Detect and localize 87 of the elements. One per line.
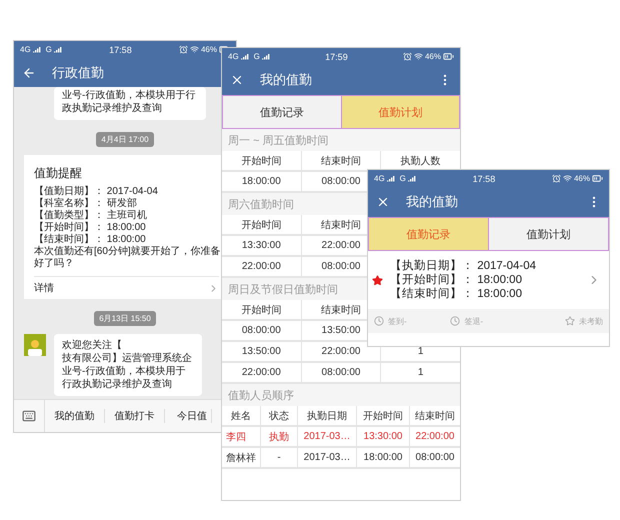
table-cell: 18:00:00 (357, 448, 409, 467)
network-label: 4G (228, 52, 239, 61)
network-label: G (46, 45, 52, 54)
message-time: 6月13日 15:50 (94, 311, 156, 326)
table-cell: 22:00:00 (222, 257, 301, 276)
wifi-icon (190, 45, 199, 54)
table-cell: 08:00:00 (410, 448, 460, 467)
table-cell: 2017-03… (298, 448, 356, 467)
card-line: 【结束时间】： 18:00:00 (34, 234, 147, 246)
record-line: 【执勤日期】： 2017-04-04 (390, 259, 538, 273)
signal-icon (386, 176, 395, 182)
table-cell: 13:50:00 (222, 342, 301, 361)
battery-level: 46% (200, 45, 217, 54)
signal-icon (240, 54, 249, 60)
tab[interactable]: 值勤计划 (488, 218, 608, 250)
status-label: 签退- (464, 316, 483, 326)
signal-icon (408, 176, 416, 182)
card-line: 【开始时间】： 18:00:00 (34, 222, 147, 234)
message-time: 4月4日 17:00 (96, 132, 154, 147)
table-cell: 08:00:00 (222, 321, 301, 340)
signal-icon (54, 46, 62, 52)
network-label: 4G (20, 45, 31, 54)
card-notice: 本次值勤还有[60分钟]就要开始了，你准备好了吗？ (34, 246, 222, 270)
wifi-icon (562, 174, 572, 183)
table-cell: 22:00:00 (410, 427, 460, 446)
alarm-icon (552, 174, 561, 183)
column-header: 姓名 (222, 406, 260, 425)
status-label: 未考勤 (578, 316, 603, 326)
clock-icon (450, 316, 460, 326)
column-header: 开始时间 (222, 300, 301, 319)
table-cell: 13:30:00 (222, 236, 301, 255)
table-cell: 22:00:00 (302, 342, 380, 361)
details-link[interactable]: 详情 (34, 276, 219, 299)
column-header: 开始时间 (222, 151, 301, 170)
menu-item[interactable]: 值勤打卡 (105, 409, 165, 423)
table-cell: 2017-03… (298, 427, 356, 446)
table-cell: 1 (381, 363, 460, 382)
table-cell: 执勤 (261, 427, 297, 446)
card-line: 【值勤日期】： 2017-04-04 (34, 186, 159, 198)
message-text: 技有限公司】运营管理系统企业号-行政值勤，本模块用于行政执勤记录维护及查询 (62, 352, 193, 391)
close-icon[interactable] (230, 73, 244, 87)
header-title: 我的值勤 (406, 193, 459, 211)
status-label: 签到- (388, 316, 407, 326)
wifi-icon (414, 52, 423, 61)
header-title: 我的值勤 (260, 71, 313, 89)
keyboard-icon[interactable] (22, 409, 36, 423)
signal-icon (262, 54, 270, 60)
column-header: 状态 (261, 406, 297, 425)
back-icon[interactable] (22, 66, 36, 80)
column-header: 开始时间 (222, 215, 301, 234)
network-label: G (254, 52, 260, 61)
column-header: 结束时间 (410, 406, 460, 425)
table-cell: 22:00:00 (222, 363, 301, 382)
signal-icon (32, 46, 41, 52)
clock-time: 17:58 (472, 174, 496, 184)
avatar-icon (24, 334, 46, 356)
table-cell: 18:00:00 (222, 172, 301, 191)
star-icon (564, 316, 575, 326)
card-title: 值勤提醒 (34, 165, 83, 182)
network-label: G (400, 174, 406, 183)
table-cell: 李四 (222, 427, 260, 446)
clock-time: 17:59 (325, 52, 348, 62)
clock-time: 17:58 (109, 44, 132, 54)
header-title: 行政值勤 (52, 64, 105, 82)
table-cell: 08:00:00 (302, 363, 380, 382)
close-icon[interactable] (376, 195, 390, 209)
battery-level: 46% (424, 52, 441, 61)
alarm-icon (178, 45, 188, 54)
tab[interactable]: 值勤记录 (223, 96, 340, 128)
menu-item[interactable]: 今日值 (165, 409, 212, 423)
alarm-icon (402, 52, 412, 61)
table-cell: - (261, 448, 297, 467)
message-bubble: 业号-行政值勤，本模块用于行政执勤记录维护及查询 (54, 87, 206, 120)
column-header: 执勤人数 (381, 151, 460, 170)
column-header: 开始时间 (357, 406, 409, 425)
battery-level: 46% (574, 174, 590, 183)
column-header: 执勤日期 (298, 406, 356, 425)
clock-icon (374, 316, 384, 326)
card-line: 【科室名称】： 研发部 (34, 198, 138, 210)
column-header: 结束时间 (302, 151, 380, 170)
table-cell: 詹林祥 (222, 448, 260, 467)
section-title: 周一 ~ 周五值勤时间 (222, 129, 460, 151)
menu-item[interactable]: 我的值勤 (45, 409, 105, 423)
section-title: 值勤人员顺序 (222, 384, 460, 406)
table-cell: 13:30:00 (357, 427, 409, 446)
message-text: 欢迎您关注【 (62, 339, 123, 352)
card-line: 【值勤类型】： 主班司机 (34, 210, 148, 222)
